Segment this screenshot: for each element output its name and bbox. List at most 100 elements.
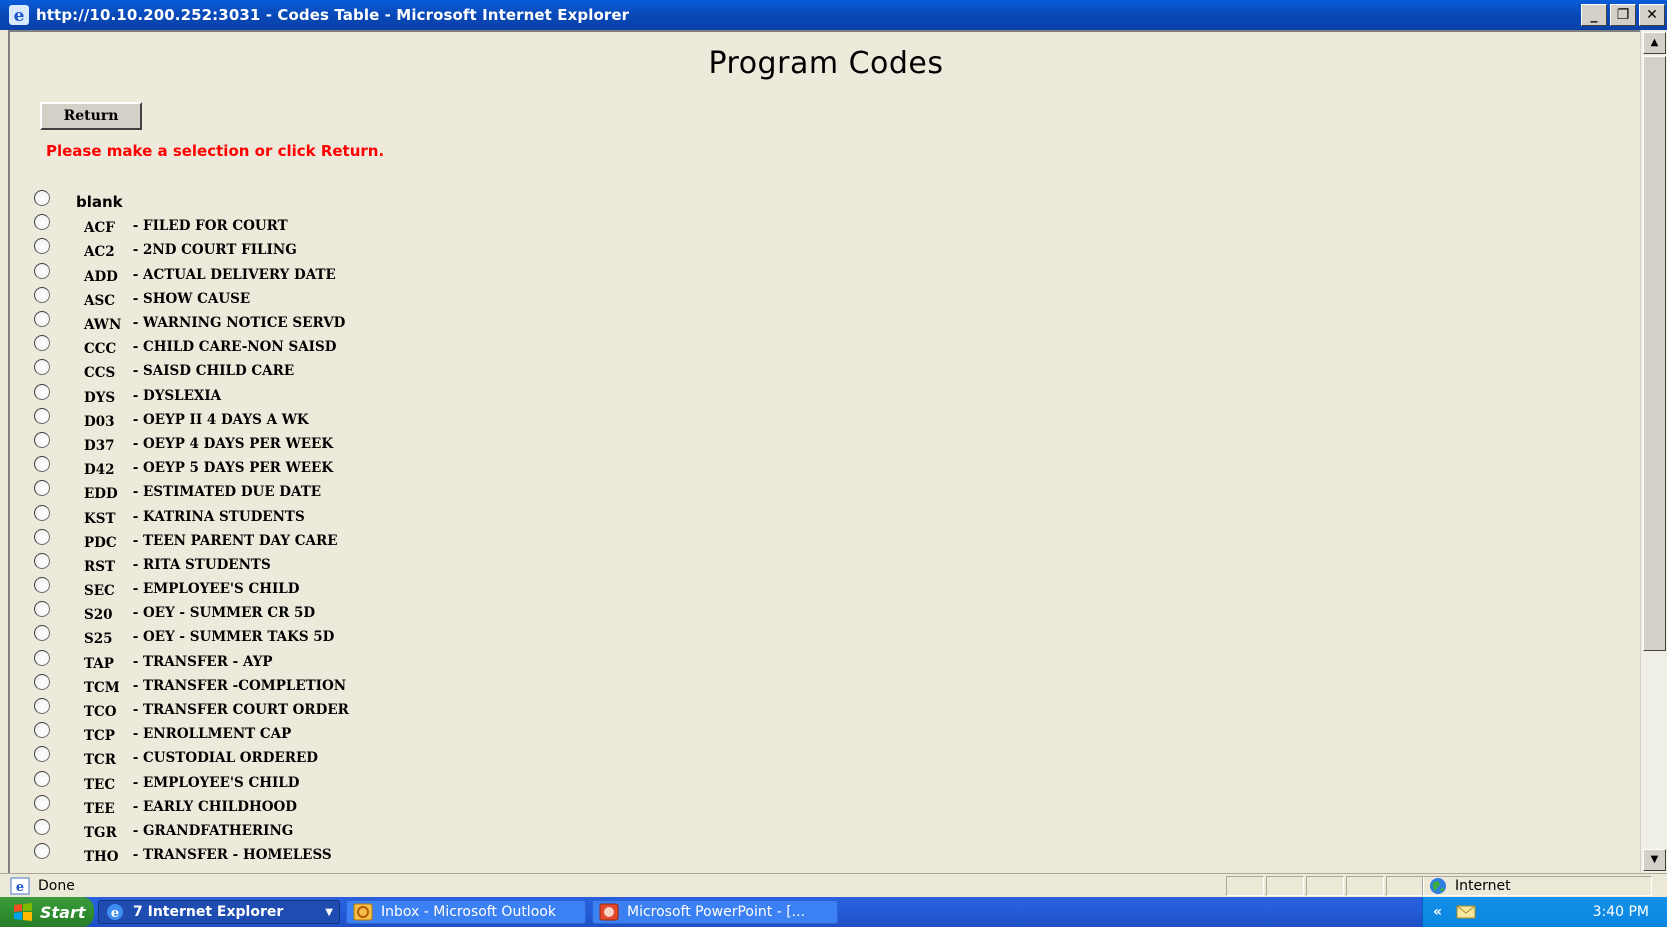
code-radio-button[interactable] <box>34 335 50 352</box>
code-radio-button[interactable] <box>34 528 50 545</box>
scroll-thumb[interactable] <box>1643 56 1666 651</box>
code-option-row[interactable]: TGR - GRANDFATHERING <box>34 818 349 843</box>
code-option-row[interactable]: blank <box>34 190 349 214</box>
code-option-label: TCO - TRANSFER COURT ORDER <box>84 702 349 720</box>
code-option-label: D42 - OEYP 5 DAYS PER WEEK <box>84 460 333 478</box>
minimize-button[interactable]: _ <box>1581 4 1607 26</box>
clock[interactable]: 3:40 PM <box>1593 904 1649 920</box>
code-option-row[interactable]: TCO - TRANSFER COURT ORDER <box>34 698 349 722</box>
code-option-row[interactable]: TCM - TRANSFER -COMPLETION <box>34 673 349 698</box>
code-separator: - <box>128 556 144 573</box>
code-radio-button[interactable] <box>34 746 50 763</box>
code-radio-button[interactable] <box>34 214 50 231</box>
code-option-row[interactable]: TCP - ENROLLMENT CAP <box>34 722 349 746</box>
code-radio-button[interactable] <box>34 238 50 255</box>
mail-icon[interactable] <box>1456 905 1476 919</box>
code-option-row[interactable]: KST - KATRINA STUDENTS <box>34 504 349 528</box>
taskbar-item-label: 7 Internet Explorer <box>133 904 284 920</box>
code-option-label: CCC - CHILD CARE-NON SAISD <box>84 339 337 357</box>
code-option-row[interactable]: TEC - EMPLOYEE'S CHILD <box>34 770 349 795</box>
code-radio-button[interactable] <box>34 818 50 835</box>
code-value: CCS <box>84 365 116 382</box>
taskbar-item-outlook[interactable]: Inbox - Microsoft Outlook <box>346 900 586 924</box>
svg-text:e: e <box>14 6 25 26</box>
code-radio-button[interactable] <box>34 625 50 642</box>
code-description: SAISD CHILD CARE <box>143 363 295 380</box>
code-radio-button[interactable] <box>34 431 50 448</box>
code-value: RST <box>84 558 116 575</box>
taskbar-item-powerpoint[interactable]: Microsoft PowerPoint - [... <box>592 900 838 924</box>
code-option-row[interactable]: CCS - SAISD CHILD CARE <box>34 359 349 383</box>
code-option-row[interactable]: TCR - CUSTODIAL ORDERED <box>34 746 349 770</box>
window-titlebar[interactable]: e http://10.10.200.252:3031 - Codes Tabl… <box>0 0 1667 30</box>
code-separator: - <box>128 726 144 743</box>
code-option-row[interactable]: AWN - WARNING NOTICE SERVD <box>34 311 349 335</box>
code-radio-button[interactable] <box>34 552 50 569</box>
code-option-label: S20 - OEY - SUMMER CR 5D <box>84 605 315 623</box>
code-radio-button[interactable] <box>34 311 50 328</box>
scroll-down-arrow-icon[interactable]: ▼ <box>1643 849 1666 871</box>
code-option-row[interactable]: CCC - CHILD CARE-NON SAISD <box>34 335 349 359</box>
taskbar-item-internet-explorer[interactable]: e 7 Internet Explorer ▼ <box>98 900 340 924</box>
code-radio-button[interactable] <box>34 649 50 666</box>
code-radio-button[interactable] <box>34 286 50 303</box>
code-description: CHILD CARE-NON SAISD <box>143 339 337 356</box>
code-description: DYSLEXIA <box>143 387 222 404</box>
code-option-row[interactable]: TEE - EARLY CHILDHOOD <box>34 794 349 819</box>
code-radio-button[interactable] <box>34 456 50 473</box>
code-option-row[interactable]: D42 - OEYP 5 DAYS PER WEEK <box>34 456 349 480</box>
return-button[interactable]: Return <box>40 102 142 130</box>
code-radio-button[interactable] <box>34 601 50 618</box>
code-radio-button[interactable] <box>34 770 50 787</box>
restore-button[interactable]: ❐ <box>1610 4 1636 26</box>
code-option-row[interactable]: DYS - DYSLEXIA <box>34 383 349 408</box>
code-option-row[interactable]: THO - TRANSFER - HOMELESS <box>34 843 349 867</box>
code-radio-button[interactable] <box>34 673 50 690</box>
code-description: EARLY CHILDHOOD <box>143 798 297 815</box>
code-radio-button[interactable] <box>34 698 50 715</box>
code-option-row[interactable]: D03 - OEYP II 4 DAYS A WK <box>34 407 349 432</box>
code-separator: - <box>128 677 144 694</box>
scroll-up-arrow-icon[interactable]: ▲ <box>1643 32 1666 54</box>
code-option-row[interactable]: AC2 - 2ND COURT FILING <box>34 238 349 262</box>
code-radio-button[interactable] <box>34 190 50 207</box>
code-value: KST <box>84 510 116 527</box>
code-option-row[interactable]: S20 - OEY - SUMMER CR 5D <box>34 601 349 625</box>
close-button[interactable]: ✕ <box>1639 4 1665 26</box>
start-button[interactable]: Start <box>0 897 94 927</box>
code-description: EMPLOYEE'S CHILD <box>143 774 300 791</box>
code-option-row[interactable]: ACF - FILED FOR COURT <box>34 214 349 238</box>
code-option-row[interactable]: PDC - TEEN PARENT DAY CARE <box>34 528 349 553</box>
vertical-scrollbar[interactable]: ▲ ▼ <box>1640 30 1667 873</box>
code-option-label: TAP - TRANSFER - AYP <box>84 654 273 672</box>
code-radio-button[interactable] <box>34 359 50 376</box>
taskbar-item-label: Inbox - Microsoft Outlook <box>381 904 556 920</box>
code-option-row[interactable]: D37 - OEYP 4 DAYS PER WEEK <box>34 431 349 456</box>
code-description: GRANDFATHERING <box>143 822 294 839</box>
code-option-row[interactable]: ADD - ACTUAL DELIVERY DATE <box>34 262 349 287</box>
code-radio-button[interactable] <box>34 504 50 521</box>
code-option-label: TGR - GRANDFATHERING <box>84 822 294 841</box>
code-option-row[interactable]: EDD - ESTIMATED DUE DATE <box>34 480 349 504</box>
code-radio-button[interactable] <box>34 383 50 400</box>
code-description: ESTIMATED DUE DATE <box>143 484 322 501</box>
code-option-label: blank <box>76 193 123 211</box>
code-value: D03 <box>84 413 115 430</box>
code-option-row[interactable]: RST - RITA STUDENTS <box>34 552 349 577</box>
selection-prompt: Please make a selection or click Return. <box>46 142 385 160</box>
code-option-row[interactable]: S25 - OEY - SUMMER TAKS 5D <box>34 625 349 649</box>
code-option-row[interactable]: SEC - EMPLOYEE'S CHILD <box>34 577 349 601</box>
tray-expand-icon[interactable]: « <box>1433 904 1442 920</box>
code-radio-button[interactable] <box>34 407 50 424</box>
code-radio-button[interactable] <box>34 480 50 497</box>
code-radio-button[interactable] <box>34 722 50 739</box>
code-radio-button[interactable] <box>34 577 50 594</box>
start-label: Start <box>40 902 86 922</box>
code-radio-button[interactable] <box>34 794 50 811</box>
code-radio-button[interactable] <box>34 262 50 279</box>
code-option-row[interactable]: ASC - SHOW CAUSE <box>34 286 349 311</box>
code-separator: - <box>128 435 144 452</box>
code-option-row[interactable]: TAP - TRANSFER - AYP <box>34 649 349 674</box>
code-radio-button[interactable] <box>34 843 50 860</box>
code-separator: - <box>128 218 144 235</box>
